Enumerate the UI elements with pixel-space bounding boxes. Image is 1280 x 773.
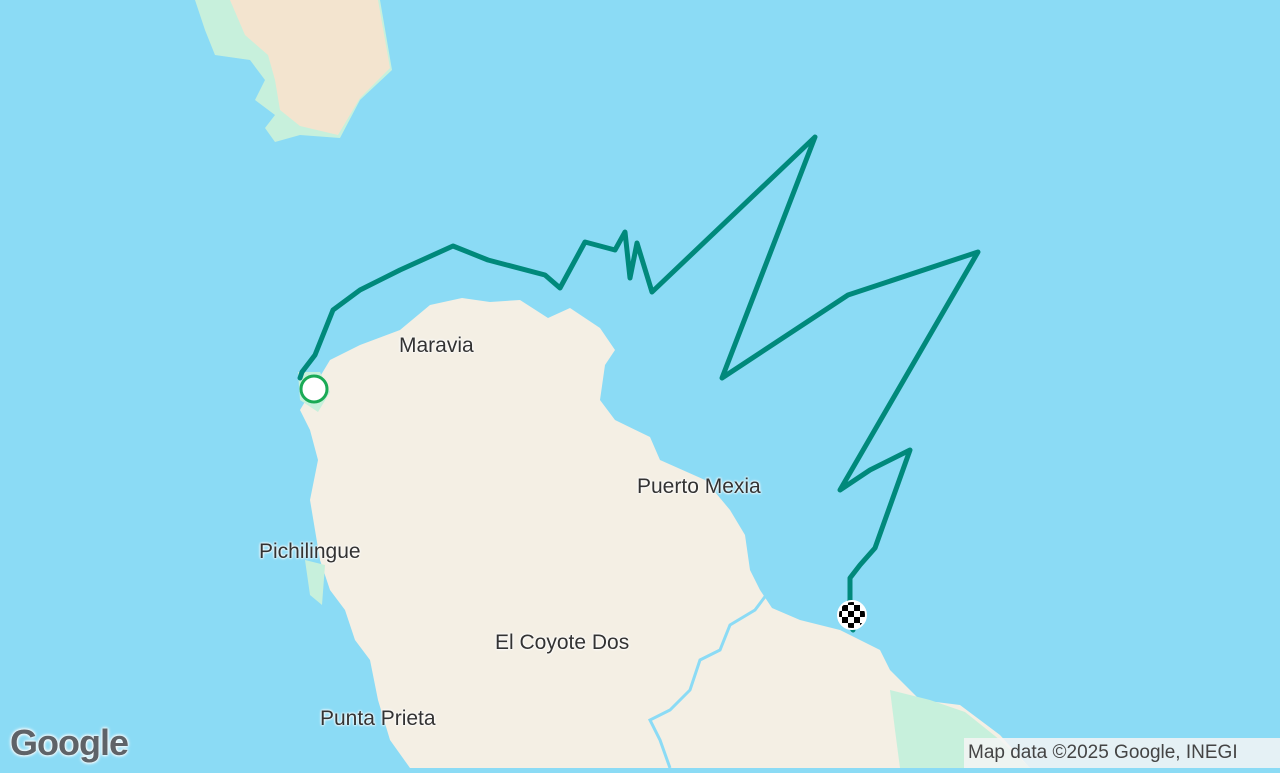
- route-layer: [297, 134, 981, 633]
- start-circle-icon[interactable]: [298, 373, 330, 405]
- google-logo[interactable]: Google: [10, 722, 129, 764]
- checkered-flag-icon[interactable]: [836, 599, 868, 631]
- place-label-pichilingue[interactable]: Pichilingue: [259, 540, 361, 564]
- route-line: [297, 134, 981, 633]
- place-label-el-coyote-dos[interactable]: El Coyote Dos: [495, 631, 629, 655]
- map-attribution: Map data ©2025 Google, INEGI: [964, 738, 1280, 768]
- place-label-puerto-mexia[interactable]: Puerto Mexia: [637, 475, 761, 499]
- place-label-maravia[interactable]: Maravia: [399, 334, 474, 358]
- map-canvas[interactable]: Maravia Puerto Mexia Pichilingue El Coyo…: [0, 0, 1280, 769]
- place-label-punta-prieta[interactable]: Punta Prieta: [320, 707, 436, 731]
